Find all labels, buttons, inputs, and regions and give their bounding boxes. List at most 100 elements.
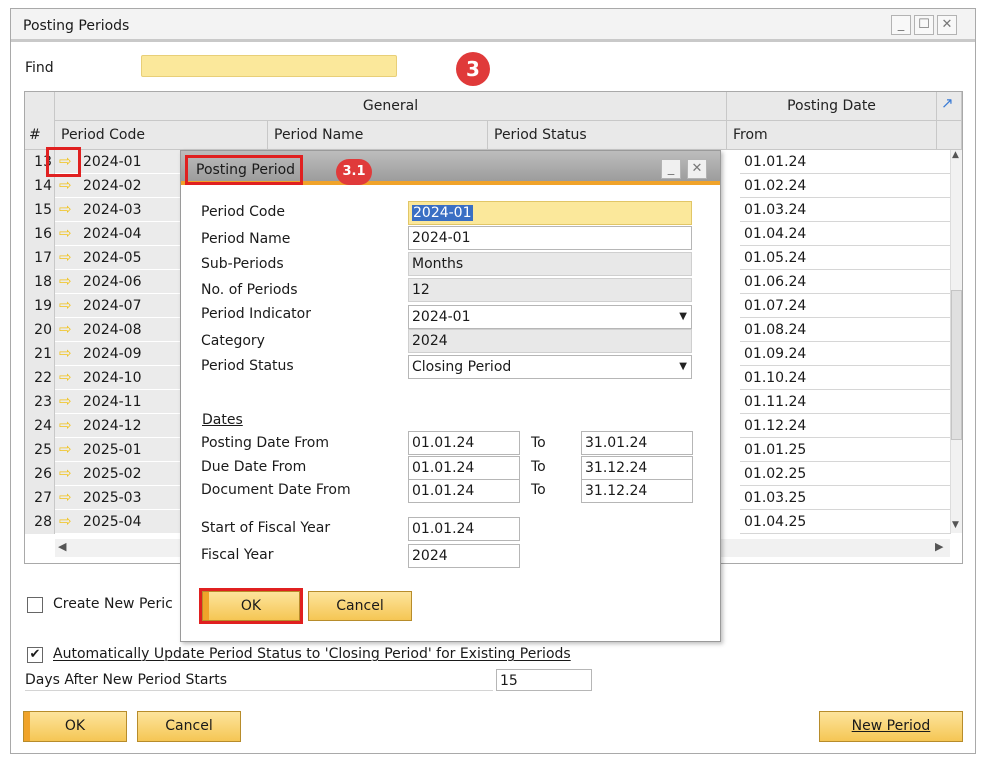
link-arrow-icon[interactable]: ⇨ xyxy=(59,320,72,338)
row-number[interactable]: 15 xyxy=(25,198,55,222)
period-indicator-label: Period Indicator xyxy=(201,306,311,322)
period-code-cell: 2024-06 xyxy=(83,274,142,290)
maximize-button[interactable]: ☐ xyxy=(914,15,934,35)
dialog-ok-button[interactable]: OK xyxy=(202,591,300,621)
posting-from-label: Posting Date From xyxy=(201,435,329,451)
row-number[interactable]: 21 xyxy=(25,342,55,366)
dialog-close-button[interactable]: ✕ xyxy=(687,159,707,179)
from-date-cell[interactable]: 01.03.25 xyxy=(740,486,951,510)
minimize-button[interactable]: _ xyxy=(891,15,911,35)
period-indicator-select[interactable]: 2024-01 ▼ xyxy=(408,305,692,329)
scroll-up-icon[interactable]: ▲ xyxy=(952,150,959,160)
link-arrow-icon[interactable]: ⇨ xyxy=(59,392,72,410)
from-date-cell[interactable]: 01.06.24 xyxy=(740,270,951,294)
from-date-cell[interactable]: 01.04.24 xyxy=(740,222,951,246)
col-header-period-code[interactable]: Period Code xyxy=(55,121,268,150)
posting-from-input[interactable]: 01.01.24 xyxy=(408,431,520,455)
expand-corner[interactable]: ↗ xyxy=(937,92,962,121)
link-arrow-icon[interactable]: ⇨ xyxy=(59,176,72,194)
col-header-period-status[interactable]: Period Status xyxy=(488,121,727,150)
link-arrow-icon[interactable]: ⇨ xyxy=(59,344,72,362)
row-number[interactable]: 17 xyxy=(25,246,55,270)
period-code-input[interactable]: 2024-01 xyxy=(408,201,692,225)
from-date-cell[interactable]: 01.03.24 xyxy=(740,198,951,222)
due-to-input[interactable]: 31.12.24 xyxy=(581,456,693,480)
new-period-button[interactable]: New Period xyxy=(819,711,963,742)
period-code-cell: 2024-12 xyxy=(83,418,142,434)
due-from-input[interactable]: 01.01.24 xyxy=(408,456,520,480)
link-arrow-icon[interactable]: ⇨ xyxy=(59,464,72,482)
scroll-down-icon[interactable]: ▼ xyxy=(952,520,959,530)
doc-to-input[interactable]: 31.12.24 xyxy=(581,479,693,503)
row-number[interactable]: 24 xyxy=(25,414,55,438)
col-header-from[interactable]: From xyxy=(727,121,937,150)
period-code-cell: 2024-02 xyxy=(83,178,142,194)
link-arrow-icon[interactable]: ⇨ xyxy=(59,440,72,458)
link-arrow-icon[interactable]: ⇨ xyxy=(59,272,72,290)
days-after-input[interactable]: 15 xyxy=(496,669,592,691)
col-header-period-name[interactable]: Period Name xyxy=(268,121,488,150)
scroll-right-icon[interactable]: ▶ xyxy=(935,540,943,553)
from-date-cell[interactable]: 01.07.24 xyxy=(740,294,951,318)
from-date-cell[interactable]: 01.08.24 xyxy=(740,318,951,342)
from-date-cell[interactable]: 01.02.25 xyxy=(740,462,951,486)
link-arrow-icon[interactable]: ⇨ xyxy=(59,488,72,506)
from-date-cell[interactable]: 01.04.25 xyxy=(740,510,951,534)
row-number[interactable]: 26 xyxy=(25,462,55,486)
header-filler xyxy=(937,121,962,150)
dropdown-arrow-icon[interactable]: ▼ xyxy=(679,306,687,328)
row-number[interactable]: 23 xyxy=(25,390,55,414)
from-date-cell[interactable]: 01.11.24 xyxy=(740,390,951,414)
from-date-cell[interactable]: 01.02.24 xyxy=(740,174,951,198)
sub-periods-field: Months xyxy=(408,252,692,276)
new-period-label: New Period xyxy=(851,718,931,734)
row-number[interactable]: 27 xyxy=(25,486,55,510)
period-code-cell: 2025-04 xyxy=(83,514,142,530)
find-input[interactable] xyxy=(141,55,397,77)
from-date-cell[interactable]: 01.12.24 xyxy=(740,414,951,438)
row-number[interactable]: 19 xyxy=(25,294,55,318)
row-number[interactable]: 25 xyxy=(25,438,55,462)
period-status-select[interactable]: Closing Period ▼ xyxy=(408,355,692,379)
from-date-cell[interactable]: 01.09.24 xyxy=(740,342,951,366)
close-icon: ✕ xyxy=(691,161,703,176)
fiscal-start-input[interactable]: 01.01.24 xyxy=(408,517,520,541)
link-arrow-icon[interactable]: ⇨ xyxy=(59,224,72,242)
dialog-title: Posting Period xyxy=(196,162,296,178)
posting-to-input[interactable]: 31.01.24 xyxy=(581,431,693,455)
from-date-cell[interactable]: 01.01.25 xyxy=(740,438,951,462)
link-arrow-icon[interactable]: ⇨ xyxy=(59,200,72,218)
row-number[interactable]: 14 xyxy=(25,174,55,198)
from-date-cell[interactable]: 01.10.24 xyxy=(740,366,951,390)
row-number[interactable]: 18 xyxy=(25,270,55,294)
main-ok-button[interactable]: OK xyxy=(23,711,127,742)
minimize-icon: _ xyxy=(667,161,675,176)
create-new-period-checkbox[interactable] xyxy=(27,597,43,613)
from-date-cell[interactable]: 01.05.24 xyxy=(740,246,951,270)
link-arrow-icon[interactable]: ⇨ xyxy=(59,512,72,530)
row-number[interactable]: 22 xyxy=(25,366,55,390)
days-after-label: Days After New Period Starts xyxy=(25,672,228,688)
vertical-scrollbar[interactable]: ▲ ▼ xyxy=(950,150,962,533)
link-arrow-icon[interactable]: ⇨ xyxy=(59,416,72,434)
link-arrow-icon[interactable]: ⇨ xyxy=(59,296,72,314)
expand-arrow-icon[interactable]: ↗ xyxy=(941,94,954,112)
from-date-cell[interactable]: 01.01.24 xyxy=(740,150,951,174)
scroll-left-icon[interactable]: ◀ xyxy=(58,540,66,553)
main-cancel-button[interactable]: Cancel xyxy=(137,711,241,742)
dropdown-arrow-icon[interactable]: ▼ xyxy=(679,356,687,378)
fiscal-year-input[interactable]: 2024 xyxy=(408,544,520,568)
link-arrow-icon[interactable]: ⇨ xyxy=(59,248,72,266)
row-number[interactable]: 28 xyxy=(25,510,55,534)
vertical-scroll-thumb[interactable] xyxy=(951,290,962,440)
row-number[interactable]: 20 xyxy=(25,318,55,342)
period-status-value: Closing Period xyxy=(412,359,512,375)
auto-update-checkbox[interactable]: ✔ xyxy=(27,647,43,663)
dialog-cancel-button[interactable]: Cancel xyxy=(308,591,412,621)
doc-from-input[interactable]: 01.01.24 xyxy=(408,479,520,503)
close-button[interactable]: ✕ xyxy=(937,15,957,35)
period-name-input[interactable]: 2024-01 xyxy=(408,226,692,250)
dialog-minimize-button[interactable]: _ xyxy=(661,159,681,179)
link-arrow-icon[interactable]: ⇨ xyxy=(59,368,72,386)
row-number[interactable]: 16 xyxy=(25,222,55,246)
